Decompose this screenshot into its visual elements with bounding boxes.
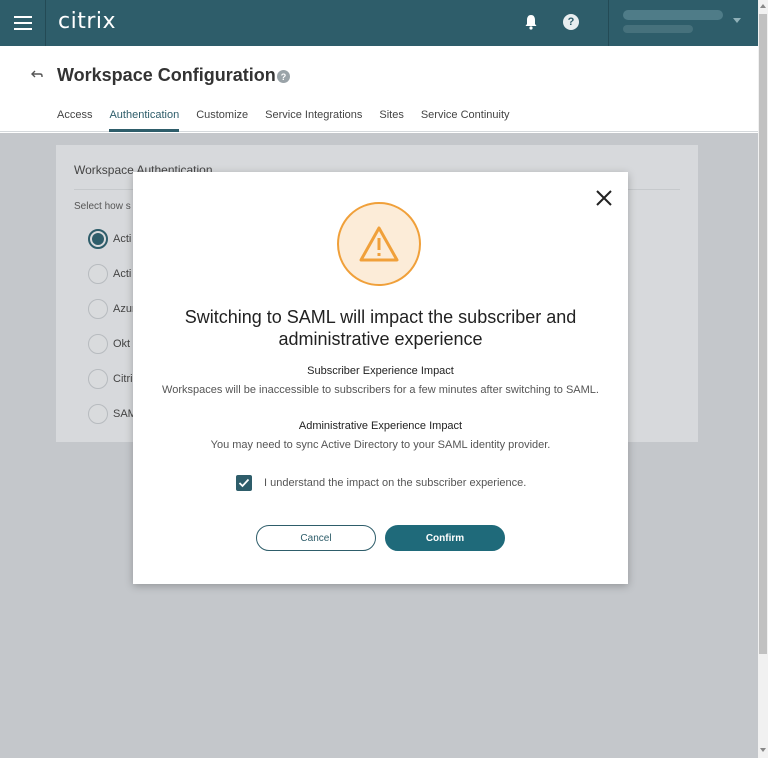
tab-service-continuity[interactable]: Service Continuity bbox=[421, 104, 510, 132]
hamburger-menu-icon[interactable] bbox=[0, 0, 46, 46]
top-bar: citrix ? bbox=[0, 0, 758, 46]
user-org-redacted bbox=[623, 25, 693, 33]
title-help-icon[interactable]: ? bbox=[277, 70, 290, 83]
acknowledge-checkbox-row[interactable]: I understand the impact on the subscribe… bbox=[236, 475, 526, 491]
radio-button[interactable] bbox=[88, 369, 108, 389]
admin-impact-text: You may need to sync Active Directory to… bbox=[210, 439, 551, 451]
dialog-title: Switching to SAML will impact the subscr… bbox=[184, 307, 577, 349]
user-account-menu[interactable] bbox=[608, 0, 758, 46]
radio-button[interactable] bbox=[88, 334, 108, 354]
panel-description: Select how s bbox=[74, 201, 131, 212]
citrix-logo[interactable]: citrix bbox=[58, 9, 116, 34]
tab-bar: Access Authentication Customize Service … bbox=[57, 104, 527, 132]
page-header: Workspace Configuration ? Access Authent… bbox=[0, 46, 758, 132]
acknowledge-label: I understand the impact on the subscribe… bbox=[264, 477, 527, 489]
scrollbar-thumb[interactable] bbox=[759, 14, 767, 654]
scroll-down-arrow-icon[interactable] bbox=[760, 748, 766, 752]
chevron-down-icon bbox=[733, 18, 741, 23]
user-name-redacted bbox=[623, 10, 723, 20]
radio-button[interactable] bbox=[88, 264, 108, 284]
auth-option-row[interactable]: Acti bbox=[88, 264, 131, 284]
admin-impact-heading: Administrative Experience Impact bbox=[298, 420, 463, 432]
auth-option-row[interactable]: Azur bbox=[88, 299, 136, 319]
radio-button[interactable] bbox=[88, 299, 108, 319]
auth-option-label: Okt bbox=[113, 338, 131, 350]
acknowledge-checkbox[interactable] bbox=[236, 475, 252, 491]
subscriber-impact-heading: Subscriber Experience Impact bbox=[307, 365, 454, 377]
cancel-button[interactable]: Cancel bbox=[256, 525, 376, 551]
page-title: Workspace Configuration bbox=[57, 65, 276, 85]
auth-option-row[interactable]: Citri bbox=[88, 369, 133, 389]
auth-option-label: Citri bbox=[113, 373, 133, 385]
tab-access[interactable]: Access bbox=[57, 104, 92, 132]
auth-option-row[interactable]: Acti bbox=[88, 229, 131, 249]
tab-authentication[interactable]: Authentication bbox=[109, 104, 179, 132]
saml-impact-dialog: Switching to SAML will impact the subscr… bbox=[133, 172, 628, 584]
close-icon[interactable] bbox=[593, 187, 615, 209]
radio-button[interactable] bbox=[88, 229, 108, 249]
warning-icon bbox=[337, 202, 421, 286]
auth-option-label: Acti bbox=[113, 268, 132, 280]
auth-option-label: Acti bbox=[113, 233, 132, 245]
confirm-button[interactable]: Confirm bbox=[385, 525, 505, 551]
tab-customize[interactable]: Customize bbox=[196, 104, 248, 132]
auth-option-row[interactable]: Okt bbox=[88, 334, 130, 354]
back-arrow-icon[interactable] bbox=[30, 68, 46, 84]
auth-option-row[interactable]: SAM bbox=[88, 404, 137, 424]
page-scrollbar[interactable] bbox=[758, 0, 768, 758]
help-icon[interactable]: ? bbox=[563, 14, 579, 30]
radio-button[interactable] bbox=[88, 404, 108, 424]
subscriber-impact-text: Workspaces will be inaccessible to subsc… bbox=[162, 384, 599, 396]
tab-service-integrations[interactable]: Service Integrations bbox=[265, 104, 362, 132]
tab-sites[interactable]: Sites bbox=[379, 104, 403, 132]
scroll-up-arrow-icon[interactable] bbox=[760, 4, 766, 8]
notifications-bell-icon[interactable] bbox=[522, 13, 542, 33]
